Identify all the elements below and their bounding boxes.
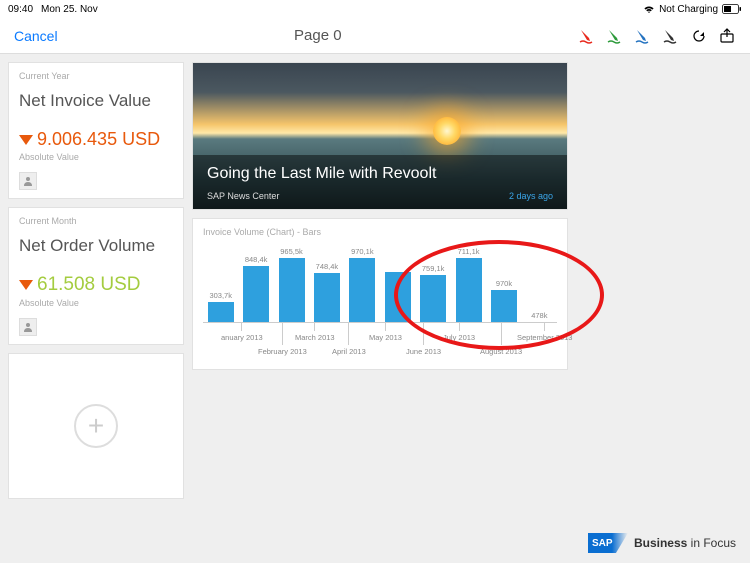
bar	[456, 258, 482, 322]
chart-bar: 478k	[524, 311, 555, 322]
wifi-icon	[643, 4, 655, 14]
bar	[243, 266, 269, 322]
content-area: Current Year Net Invoice Value 9.006.435…	[0, 54, 750, 507]
tile-period: Current Year	[19, 71, 173, 81]
marker-green[interactable]	[606, 27, 624, 45]
x-label: July 2013	[443, 333, 475, 342]
status-date: Mon 25. Nov	[41, 4, 98, 15]
tile-value: 61.508 USD	[37, 274, 141, 296]
chart-title: Invoice Volume (Chart) - Bars	[203, 227, 557, 237]
chart-bar: 759,1k	[417, 264, 448, 322]
bar-label: 759,1k	[422, 264, 445, 273]
bar	[349, 258, 375, 322]
chart-bar: 970,1k	[347, 247, 378, 322]
tile-add[interactable]: +	[8, 353, 184, 499]
tile-abs-label: Absolute Value	[19, 298, 173, 308]
bar	[208, 302, 234, 322]
x-tick: August 2013	[480, 323, 522, 356]
person-icon[interactable]	[19, 318, 37, 336]
bar	[420, 275, 446, 322]
bar-label: 711,1k	[458, 247, 480, 256]
person-icon[interactable]	[19, 172, 37, 190]
news-sunset-image	[433, 117, 461, 145]
tile-period: Current Month	[19, 216, 173, 226]
trend-down-icon	[19, 135, 33, 145]
chart-bar: 970k	[488, 279, 519, 322]
status-time: 09:40	[8, 4, 33, 15]
bar-label: 848,4k	[245, 255, 268, 264]
page-title: Page 0	[294, 27, 342, 44]
bar-label: 303,7k	[209, 291, 232, 300]
tile-value: 9.006.435 USD	[37, 129, 160, 150]
chart-area: 303,7k 848,4k 965,5k 748,4k 970,1k 759,1k 711,…	[203, 245, 557, 323]
news-tile[interactable]: Going the Last Mile with Revoolt SAP New…	[192, 62, 568, 210]
bar-label: 748,4k	[316, 262, 339, 271]
tile-net-order[interactable]: Current Month Net Order Volume 61.508 US…	[8, 207, 184, 345]
bar	[314, 273, 340, 322]
chart-bar: 848,4k	[240, 255, 271, 322]
x-tick: July 2013	[443, 323, 475, 342]
bar	[385, 272, 411, 322]
x-tick: April 2013	[332, 323, 366, 356]
x-label: September 2013	[517, 333, 572, 342]
chart-x-axis: anuary 2013March 2013May 2013July 2013Se…	[203, 323, 557, 363]
tile-title: Net Order Volume	[19, 236, 173, 256]
x-label: August 2013	[480, 347, 522, 356]
chart-tile[interactable]: Invoice Volume (Chart) - Bars 303,7k 848,…	[192, 218, 568, 370]
chart-wrap: 303,7k 848,4k 965,5k 748,4k 970,1k 759,1k 711,…	[203, 245, 557, 363]
tile-title: Net Invoice Value	[19, 91, 173, 111]
news-overlay: Going the Last Mile with Revoolt SAP New…	[193, 155, 567, 209]
refresh-icon[interactable]	[690, 27, 708, 45]
left-column: Current Year Net Invoice Value 9.006.435…	[8, 62, 184, 499]
nav-tools	[578, 27, 736, 45]
x-label: April 2013	[332, 347, 366, 356]
chart-bar: 303,7k	[205, 291, 236, 322]
marker-black[interactable]	[662, 27, 680, 45]
trend-down-icon	[19, 280, 33, 290]
plus-icon: +	[74, 404, 118, 448]
status-bar: 09:40 Mon 25. Nov Not Charging	[0, 0, 750, 18]
bar-label: 970,1k	[351, 247, 374, 256]
sap-logo: SAP	[588, 533, 628, 553]
news-headline: Going the Last Mile with Revoolt	[207, 165, 553, 183]
nav-bar: Cancel Page 0	[0, 18, 750, 54]
chart-bar	[382, 272, 413, 322]
tile-abs-label: Absolute Value	[19, 152, 173, 162]
marker-blue[interactable]	[634, 27, 652, 45]
chart-bar: 711,1k	[453, 247, 484, 322]
tile-net-invoice[interactable]: Current Year Net Invoice Value 9.006.435…	[8, 62, 184, 199]
x-label: June 2013	[406, 347, 441, 356]
bar	[491, 290, 517, 322]
x-label: May 2013	[369, 333, 402, 342]
news-source: SAP News Center	[207, 191, 279, 201]
bar-label: 478k	[531, 311, 547, 320]
marker-red[interactable]	[578, 27, 596, 45]
footer-brand: SAP Business in Focus	[588, 533, 736, 553]
right-column: Going the Last Mile with Revoolt SAP New…	[192, 62, 568, 499]
x-tick: anuary 2013	[221, 323, 263, 342]
battery-icon	[722, 4, 742, 14]
chart-bar: 748,4k	[311, 262, 342, 322]
cancel-button[interactable]: Cancel	[14, 28, 58, 44]
bar-label: 970k	[496, 279, 512, 288]
x-tick: September 2013	[517, 323, 572, 342]
bar	[279, 258, 305, 322]
x-tick: February 2013	[258, 323, 307, 356]
chart-bar: 965,5k	[276, 247, 307, 322]
bar-label: 965,5k	[280, 247, 303, 256]
x-tick: June 2013	[406, 323, 441, 356]
share-icon[interactable]	[718, 27, 736, 45]
status-charging-text: Not Charging	[659, 4, 718, 15]
brand-text: Business in Focus	[634, 536, 736, 550]
x-label: February 2013	[258, 347, 307, 356]
x-tick: May 2013	[369, 323, 402, 342]
news-age: 2 days ago	[509, 191, 553, 201]
x-label: anuary 2013	[221, 333, 263, 342]
